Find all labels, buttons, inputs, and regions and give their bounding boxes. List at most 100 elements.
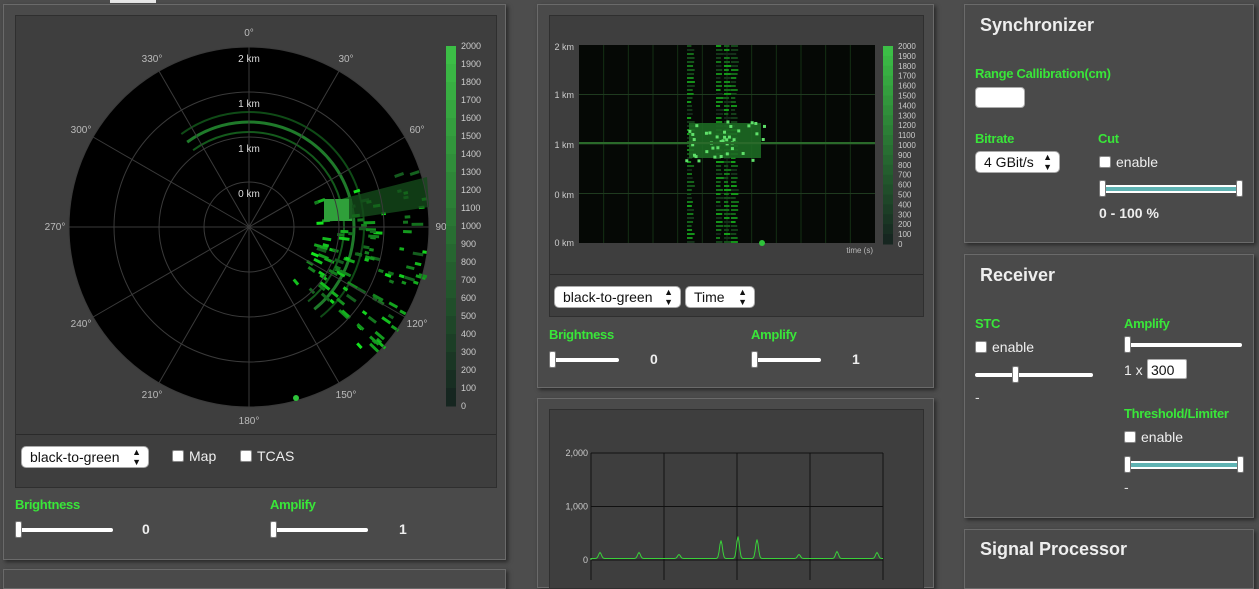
radar-brightness-slider[interactable] [15,528,113,532]
bitrate-select[interactable]: 4 GBit/s ▲ ▼ [975,151,1060,173]
waterfall-column-echo [687,217,694,219]
bearing-label: 180° [239,416,260,427]
stc-label: STC [975,316,1000,331]
waterfall-column-echo [687,205,692,207]
radar-brightness-value: 0 [142,521,150,537]
waterfall-column-echo [724,97,729,99]
slider-thumb[interactable] [15,521,22,538]
slider-thumb[interactable] [549,351,556,368]
cut-label: Cut [1098,131,1119,146]
waterfall-column-echo [724,105,730,107]
waterfall-echo [720,155,723,158]
waterfall-amplify-slider[interactable] [751,358,821,362]
colorbar-segment [446,136,456,155]
waterfall-column-echo [724,165,728,167]
waterfall-display[interactable]: 2 km1 km1 km0 km0 kmtime (s)200019001800… [550,16,923,272]
radar-ppi-display[interactable]: 0°30°60°90°120°150°180°210°240°270°300°3… [16,16,496,438]
waterfall-column-echo [731,65,738,67]
bearing-label: 120° [407,319,428,330]
waterfall-x-label: time (s) [846,246,873,255]
colorbar-label: 1600 [898,82,916,91]
colorbar-label: 1500 [461,131,481,141]
waterfall-column-echo [687,45,691,47]
waterfall-column-echo [687,201,693,203]
waterfall-column-echo [716,237,720,239]
threshold-enable-checkbox[interactable]: enable [1124,429,1183,445]
checkbox-icon [975,341,987,353]
waterfall-column-echo [716,173,722,175]
waterfall-column-echo [687,73,694,75]
waterfall-axis-select[interactable]: Time ▲ ▼ [685,286,755,308]
cut-range-value: 0 - 100 % [1099,205,1159,221]
waterfall-column-echo [731,45,738,47]
waterfall-column-echo [716,177,724,179]
waterfall-column-echo [724,89,731,91]
colorbar-segment [883,76,893,86]
colorbar-label: 1000 [461,221,481,231]
waterfall-brightness-value: 0 [650,351,658,367]
waterfall-column-echo [724,101,731,103]
waterfall-column-echo [731,81,736,83]
waterfall-column-echo [731,221,736,223]
waterfall-column-echo [687,81,695,83]
waterfall-column-echo [687,53,694,55]
receiver-amplify-input[interactable]: 300 [1147,359,1187,379]
receiver-amplify-label: Amplify [1124,316,1170,331]
waterfall-column-echo [687,65,693,67]
waterfall-echo [713,156,716,159]
radar-echo [405,215,411,218]
waterfall-column-echo [731,69,738,71]
waterfall-column-echo [687,49,694,51]
range-calibration-input[interactable] [975,87,1025,108]
colorbar-label: 200 [898,220,912,229]
radar-echo [357,218,363,221]
cut-enable-checkbox[interactable]: enable [1099,154,1158,170]
stc-enable-checkbox[interactable]: enable [975,339,1034,355]
slider-thumb[interactable] [270,521,277,538]
map-checkbox[interactable]: Map [172,448,216,464]
spectrum-line-plot[interactable]: 2,000 1,000 0 [550,410,923,580]
cut-range-slider[interactable] [1099,185,1243,193]
stc-slider[interactable] [975,373,1093,377]
range-label: 1 km [238,144,260,155]
radar-amplify-slider[interactable] [270,528,368,532]
waterfall-column-echo [716,97,724,99]
receiver-amplify-slider[interactable] [1124,343,1242,347]
slider-thumb-high[interactable] [1237,456,1244,473]
slider-thumb-low[interactable] [1099,180,1106,197]
colorbar-label: 1500 [898,92,916,101]
waterfall-column-echo [724,65,731,67]
slider-thumb-low[interactable] [1124,456,1131,473]
colorbar-segment [446,208,456,227]
waterfall-colormap-select[interactable]: black-to-green ▲ ▼ [554,286,681,308]
waterfall-column-echo [687,241,695,243]
threshold-range-slider[interactable] [1124,461,1244,469]
slider-thumb-high[interactable] [1236,180,1243,197]
slider-thumb[interactable] [1012,366,1019,383]
slider-thumb[interactable] [1124,336,1131,353]
waterfall-column-echo [716,81,721,83]
colorbar-label: 1600 [461,113,481,123]
waterfall-column-echo [724,161,731,163]
waterfall-column-echo [731,93,737,95]
waterfall-column-echo [731,165,738,167]
waterfall-brightness-slider[interactable] [549,358,619,362]
colorbar-label: 700 [898,171,912,180]
colorbar-label: 600 [461,293,476,303]
waterfall-echo [755,132,758,135]
bitrate-label: Bitrate [975,131,1014,146]
colorbar-label: 700 [461,275,476,285]
waterfall-echo [693,154,696,157]
radar-colormap-select[interactable]: black-to-green ▲ ▼ [21,446,149,468]
slider-thumb[interactable] [751,351,758,368]
waterfall-column-echo [716,217,722,219]
radar-echo [316,222,323,225]
waterfall-axis-value: Time [694,289,725,305]
waterfall-column-echo [724,93,732,95]
tcas-checkbox[interactable]: TCAS [240,448,294,464]
waterfall-column-echo [687,169,692,171]
top-tab[interactable] [110,0,156,3]
waterfall-column-echo [716,193,721,195]
waterfall-echo [726,152,729,155]
waterfall-column-echo [724,113,728,115]
